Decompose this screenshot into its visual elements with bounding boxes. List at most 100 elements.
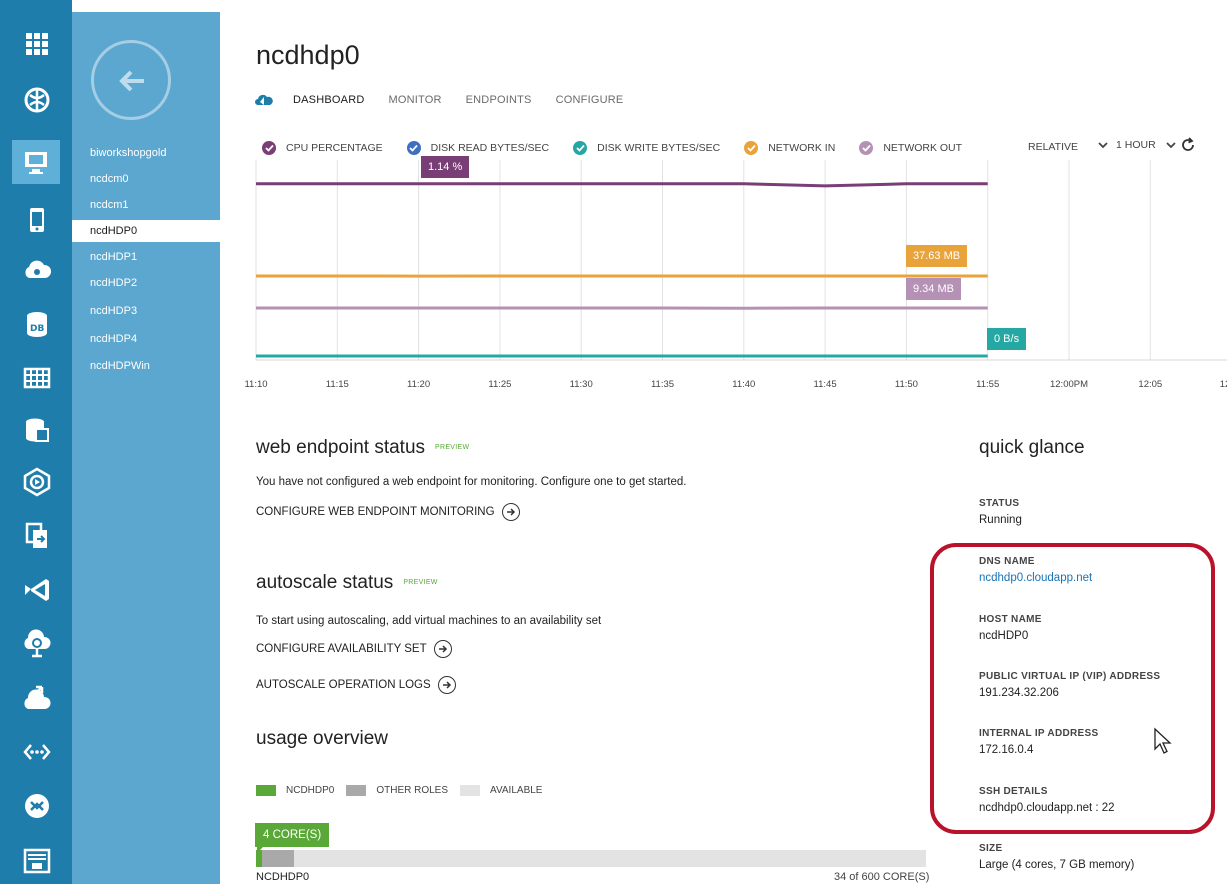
usage-bar xyxy=(256,850,926,867)
refresh-icon xyxy=(1182,137,1194,151)
chevron-down-icon xyxy=(1166,142,1176,149)
list-item-ncdhdp3[interactable]: ncdHDP3 xyxy=(72,300,220,322)
networks-icon[interactable] xyxy=(17,732,57,772)
x-tick-label: 11:30 xyxy=(570,379,593,390)
core-count-badge: 4 CORE(S) xyxy=(255,823,330,853)
all-items-icon[interactable] xyxy=(17,24,57,64)
list-item-ncdhdp0[interactable]: ncdHDP0 xyxy=(72,220,220,242)
web-sites-icon[interactable] xyxy=(17,80,57,120)
list-item-ncdhdp1[interactable]: ncdHDP1 xyxy=(72,246,220,268)
service-bus-icon[interactable] xyxy=(17,516,57,556)
web-endpoint-section: web endpoint status PREVIEW xyxy=(256,437,469,459)
link-label: CONFIGURE WEB ENDPOINT MONITORING xyxy=(256,506,495,518)
preview-badge: PREVIEW xyxy=(435,444,470,452)
check-icon xyxy=(406,141,421,155)
item-list-panel: biworkshopgold ncdcm0 ncdcm1 ncdHDP0 ncd… xyxy=(72,12,220,884)
x-tick-label: 12:00PM xyxy=(1050,379,1088,390)
storage-icon[interactable] xyxy=(17,358,57,398)
legend-cpu-percentage[interactable]: CPU PERCENTAGE xyxy=(262,141,383,155)
size-value: Large (4 cores, 7 GB memory) xyxy=(979,859,1135,871)
visual-studio-online-icon[interactable] xyxy=(17,570,57,610)
page-title: ncdhdp0 xyxy=(256,40,360,70)
list-item-ncdhdpwin[interactable]: ncdHDPWin xyxy=(72,355,220,377)
swatch-own xyxy=(256,785,276,796)
tab-configure[interactable]: CONFIGURE xyxy=(556,94,624,106)
highlight-annotation xyxy=(930,543,1215,834)
list-item-ncdhdp2[interactable]: ncdHDP2 xyxy=(72,272,220,294)
value-tag-disk-write-bytes-sec: 0 B/s xyxy=(987,328,1027,350)
traffic-manager-icon[interactable] xyxy=(17,786,57,826)
configure-availability-set-link[interactable]: CONFIGURE AVAILABILITY SET xyxy=(256,640,452,658)
legend-disk-write[interactable]: DISK WRITE BYTES/SEC xyxy=(573,141,720,155)
x-tick-label: 11:40 xyxy=(732,379,755,390)
check-icon xyxy=(573,141,588,155)
usage-count: 34 of 600 CORE(S) xyxy=(834,871,930,883)
range-select[interactable]: 1 HOUR xyxy=(1098,139,1156,151)
status-value: Running xyxy=(979,514,1022,526)
usage-overview-title: usage overview xyxy=(256,728,389,749)
legend-disk-read[interactable]: DISK READ BYTES/SEC xyxy=(406,141,549,155)
web-endpoint-text: You have not configured a web endpoint f… xyxy=(256,476,687,488)
section-title: web endpoint status xyxy=(256,437,426,458)
check-icon xyxy=(744,141,759,155)
legend-label: AVAILABLE xyxy=(490,785,543,796)
quickstart-cloud-icon[interactable] xyxy=(255,94,273,106)
status-label: STATUS xyxy=(979,498,1020,509)
recovery-services-icon[interactable] xyxy=(17,678,57,718)
value-tag-network-in: 37.63 MB xyxy=(906,245,968,267)
autoscale-text: To start using autoscaling, add virtual … xyxy=(256,615,602,627)
x-tick-label: 11:20 xyxy=(407,379,430,390)
x-tick-label: 12:10 xyxy=(1220,379,1227,390)
link-label: CONFIGURE AVAILABILITY SET xyxy=(256,643,427,655)
preview-badge: PREVIEW xyxy=(403,579,438,587)
autoscale-operation-logs-link[interactable]: AUTOSCALE OPERATION LOGS xyxy=(256,676,456,694)
cache-icon[interactable] xyxy=(17,624,57,664)
check-icon xyxy=(859,141,874,155)
x-tick-label: 11:25 xyxy=(488,379,511,390)
tab-endpoints[interactable]: ENDPOINTS xyxy=(466,94,532,106)
sql-databases-icon[interactable]: DB xyxy=(17,304,57,344)
refresh-control[interactable] xyxy=(1166,137,1196,153)
legend-network-in[interactable]: NETWORK IN xyxy=(744,141,835,155)
swatch-other xyxy=(346,785,367,796)
media-services-icon[interactable] xyxy=(17,462,57,502)
legend-label: DISK WRITE BYTES/SEC xyxy=(597,142,721,154)
legend-label: NETWORK OUT xyxy=(883,142,963,154)
configure-web-endpoint-link[interactable]: CONFIGURE WEB ENDPOINT MONITORING xyxy=(256,503,520,521)
cloud-services-icon[interactable] xyxy=(17,250,57,290)
link-label: AUTOSCALE OPERATION LOGS xyxy=(256,679,431,691)
arrow-right-icon xyxy=(433,640,452,658)
list-item-ncdcm1[interactable]: ncdcm1 xyxy=(72,194,220,216)
legend-label: NCDHDP0 xyxy=(286,785,335,796)
size-label: SIZE xyxy=(979,843,1003,854)
legend-label: OTHER ROLES xyxy=(376,785,449,796)
virtual-machines-icon[interactable] xyxy=(12,140,60,184)
back-button[interactable] xyxy=(91,40,171,120)
svg-text:DB: DB xyxy=(30,324,44,334)
x-tick-label: 11:55 xyxy=(976,379,999,390)
icon-rail: DB xyxy=(0,0,72,884)
list-item-ncdcm0[interactable]: ncdcm0 xyxy=(72,168,220,190)
x-tick-label: 11:35 xyxy=(651,379,674,390)
arrow-right-icon xyxy=(437,676,456,694)
value-tag-cpu-percentage: 1.14 % xyxy=(421,156,470,178)
x-tick-label: 11:15 xyxy=(326,379,349,390)
value-tag-network-out: 9.34 MB xyxy=(906,278,961,300)
management-services-icon[interactable] xyxy=(17,840,57,880)
list-item-ncdhdp4[interactable]: ncdHDP4 xyxy=(72,328,220,350)
tab-bar: DASHBOARD MONITOR ENDPOINTS CONFIGURE xyxy=(255,94,647,106)
autoscale-section: autoscale status PREVIEW xyxy=(256,572,438,594)
hdinsight-icon[interactable] xyxy=(17,410,57,450)
tab-monitor[interactable]: MONITOR xyxy=(388,94,441,106)
chart-legend: CPU PERCENTAGE DISK READ BYTES/SEC DISK … xyxy=(262,141,986,155)
usage-legend: NCDHDP0 OTHER ROLES AVAILABLE xyxy=(256,785,542,796)
tab-dashboard[interactable]: DASHBOARD xyxy=(293,94,364,106)
legend-network-out[interactable]: NETWORK OUT xyxy=(859,141,962,155)
list-item-biworkshopgold[interactable]: biworkshopgold xyxy=(72,142,220,164)
check-icon xyxy=(262,141,276,155)
x-tick-label: 11:10 xyxy=(244,379,267,390)
mobile-services-icon[interactable] xyxy=(17,200,57,240)
range-label: 1 HOUR xyxy=(1116,139,1156,151)
relative-toggle[interactable]: RELATIVE xyxy=(1028,141,1078,153)
swatch-available xyxy=(460,785,481,796)
